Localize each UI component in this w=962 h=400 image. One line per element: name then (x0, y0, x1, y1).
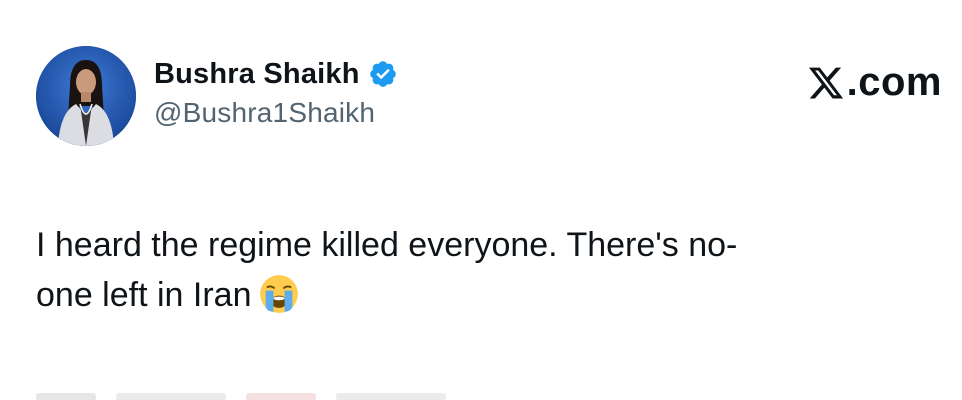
tweet-text-line-2-wrap: one left in Iran (36, 270, 936, 320)
author-handle[interactable]: @Bushra1Shaikh (154, 94, 398, 132)
verified-badge-icon (368, 59, 398, 89)
author-info: Bushra Shaikh @Bushra1Shaikh (154, 56, 398, 132)
profile-photo-icon (36, 46, 136, 146)
tweet-text-line-2: one left in Iran (36, 276, 252, 314)
author-display-name[interactable]: Bushra Shaikh (154, 56, 360, 92)
author-avatar[interactable] (36, 46, 136, 146)
tweet-card: Bushra Shaikh @Bushra1Shaikh .com I hear… (0, 0, 962, 400)
x-logo-icon (807, 63, 845, 103)
source-watermark: .com (807, 60, 942, 105)
tweet-text-line-1: I heard the regime killed everyone. Ther… (36, 226, 738, 264)
loudly-crying-face-icon (259, 274, 299, 314)
tweet-header: Bushra Shaikh @Bushra1Shaikh (36, 46, 398, 146)
tweet-text: I heard the regime killed everyone. Ther… (36, 220, 936, 320)
author-name-row: Bushra Shaikh (154, 56, 398, 92)
cropped-next-line (36, 388, 456, 400)
source-domain-label: .com (846, 60, 942, 104)
